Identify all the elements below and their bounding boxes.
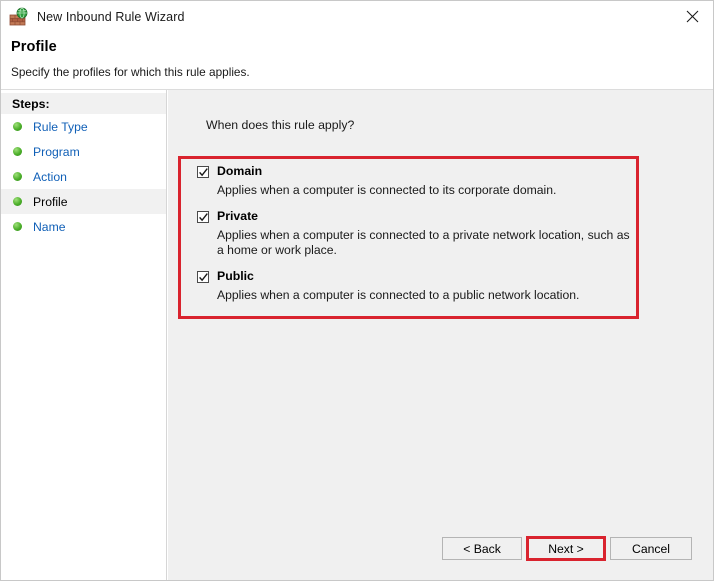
profile-name-label: Public (217, 268, 254, 283)
steps-sidebar: Steps: Rule Type Program Action Profile (1, 90, 167, 580)
step-bullet-icon (13, 147, 22, 156)
domain-checkbox[interactable] (197, 166, 209, 178)
sidebar-item-rule-type[interactable]: Rule Type (1, 114, 166, 139)
steps-list: Rule Type Program Action Profile Name (1, 114, 166, 239)
profile-description: Applies when a computer is connected to … (217, 287, 580, 302)
close-icon[interactable] (669, 1, 713, 32)
prompt-text: When does this rule apply? (206, 118, 355, 132)
sidebar-item-name[interactable]: Name (1, 214, 166, 239)
sidebar-item-action[interactable]: Action (1, 164, 166, 189)
private-checkbox[interactable] (197, 210, 209, 223)
page-title: Profile (11, 39, 57, 55)
step-bullet-icon (13, 222, 22, 231)
sidebar-item-label: Program (33, 144, 80, 159)
profile-checkbox-group: Domain Applies when a computer is connec… (197, 164, 655, 303)
window-title: New Inbound Rule Wizard (37, 9, 185, 24)
cancel-button[interactable]: Cancel (610, 537, 692, 560)
profile-description: Applies when a computer is connected to … (217, 183, 557, 197)
step-bullet-icon (13, 197, 22, 206)
steps-heading: Steps: (1, 93, 166, 114)
title-bar: New Inbound Rule Wizard (1, 1, 713, 32)
step-bullet-icon (13, 172, 22, 181)
sidebar-item-label: Profile (33, 194, 68, 209)
sidebar-item-label: Action (33, 169, 67, 184)
sidebar-item-program[interactable]: Program (1, 139, 166, 164)
sidebar-item-label: Name (33, 219, 66, 234)
next-button[interactable]: Next > (527, 537, 605, 560)
profile-name-label: Private (217, 208, 259, 223)
public-checkbox[interactable] (197, 270, 209, 283)
content-pane: When does this rule apply? Domain Applie… (168, 90, 713, 580)
profile-description: Applies when a computer is connected to … (217, 227, 630, 258)
profile-option-domain: Domain Applies when a computer is connec… (197, 164, 655, 199)
page-header: Profile Specify the profiles for which t… (1, 32, 713, 89)
firewall-icon (8, 6, 30, 28)
sidebar-item-label: Rule Type (33, 119, 88, 134)
step-bullet-icon (13, 122, 22, 131)
profile-option-public: Public Applies when a computer is connec… (197, 269, 655, 304)
new-inbound-rule-wizard-window: New Inbound Rule Wizard Profile Specify … (0, 0, 714, 581)
steps-heading-label: Steps: (12, 96, 50, 111)
sidebar-item-profile[interactable]: Profile (1, 189, 166, 214)
profile-option-private: Private Applies when a computer is conne… (197, 209, 655, 259)
page-subtitle: Specify the profiles for which this rule… (11, 65, 250, 79)
profile-name-label: Domain (217, 164, 263, 178)
back-button[interactable]: < Back (442, 537, 522, 560)
